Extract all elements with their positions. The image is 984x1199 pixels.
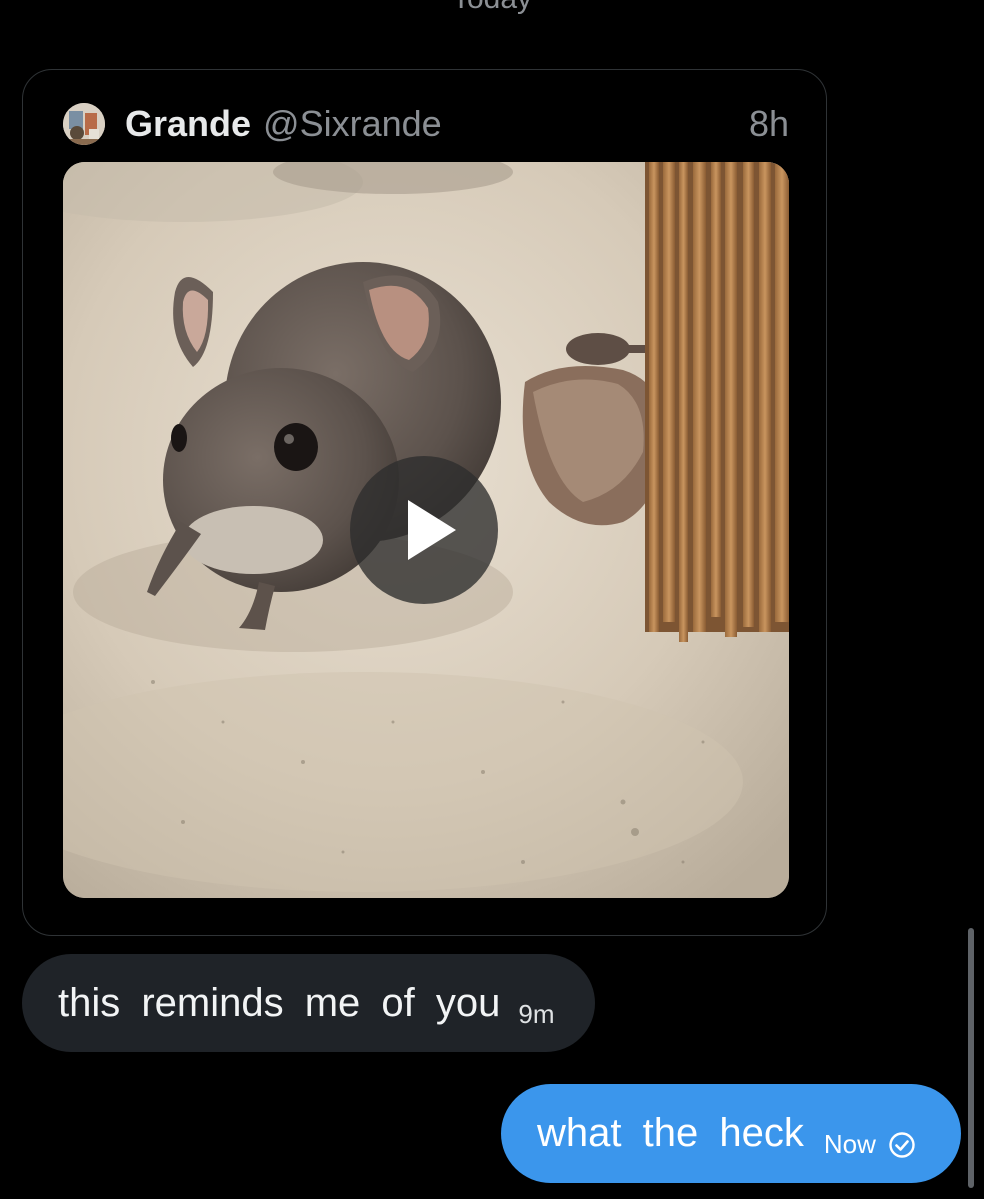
sent-message-bubble[interactable]: what the heck Now <box>501 1084 961 1183</box>
shared-post-card[interactable]: Grande @Sixrande 8h <box>22 69 827 936</box>
received-message-bubble[interactable]: this reminds me of you 9m <box>22 954 595 1052</box>
avatar[interactable] <box>63 103 105 145</box>
message-time: Now <box>823 1129 876 1159</box>
message-text: this reminds me of you <box>58 980 501 1025</box>
post-timestamp: 8h <box>748 103 789 144</box>
post-video[interactable] <box>63 162 789 898</box>
author-name[interactable]: Grande <box>125 103 251 145</box>
play-icon <box>408 500 456 560</box>
scrollbar[interactable] <box>968 928 974 1188</box>
sent-check-icon <box>889 1131 915 1158</box>
avatar-image <box>63 103 105 145</box>
message-text: what the heck <box>537 1111 804 1155</box>
author-handle[interactable]: @Sixrande <box>263 103 442 145</box>
message-time: 9m <box>518 998 555 1029</box>
date-divider: Today <box>0 0 984 16</box>
play-button[interactable] <box>350 456 498 604</box>
straw-bundle <box>645 162 789 642</box>
post-header: Grande @Sixrande 8h <box>63 98 789 150</box>
